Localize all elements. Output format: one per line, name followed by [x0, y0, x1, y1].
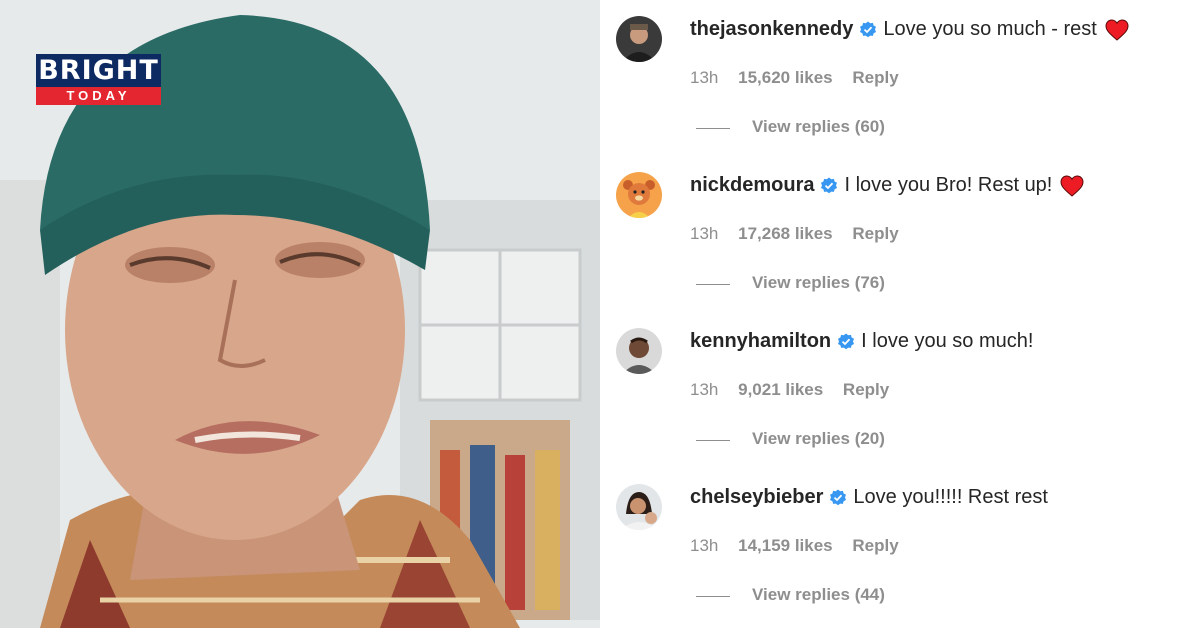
comment-likes[interactable]: 9,021 likes — [738, 380, 823, 399]
reply-button[interactable]: Reply — [852, 536, 898, 555]
avatar-person-icon[interactable] — [616, 16, 662, 62]
comment-text-line: kennyhamilton I love you so much! — [690, 330, 1033, 353]
red-heart-icon — [1060, 174, 1084, 197]
comment-meta: 13h 17,268 likes Reply — [690, 224, 914, 244]
comment-likes[interactable]: 15,620 likes — [738, 68, 833, 87]
comment-username[interactable]: thejasonkennedy — [690, 18, 853, 41]
comment-text-line: chelseybieber Love you!!!!! Rest rest — [690, 486, 1048, 509]
comment-item: kennyhamilton I love you so much! 13h 9,… — [600, 312, 1200, 468]
comment-meta: 13h 15,620 likes Reply — [690, 68, 914, 88]
reply-button[interactable]: Reply — [852, 68, 898, 87]
view-replies-button[interactable]: View replies (76) — [752, 273, 885, 293]
verified-badge-icon — [837, 333, 855, 351]
comment-time: 13h — [690, 536, 719, 555]
comment-text-line: nickdemoura I love you Bro! Rest up! — [690, 174, 1084, 197]
comment-meta: 13h 14,159 likes Reply — [690, 536, 914, 556]
comment-time: 13h — [690, 380, 719, 399]
verified-badge-icon — [829, 489, 847, 507]
view-replies-button[interactable]: View replies (44) — [752, 585, 885, 605]
replies-divider — [696, 596, 730, 597]
view-replies-button[interactable]: View replies (60) — [752, 117, 885, 137]
comments-list: thejasonkennedy Love you so much - rest … — [600, 0, 1200, 628]
avatar-person-icon[interactable] — [616, 328, 662, 374]
comment-likes[interactable]: 14,159 likes — [738, 536, 833, 555]
comment-text: I love you Bro! Rest up! — [844, 174, 1053, 196]
logo-today-text: TODAY — [36, 87, 161, 105]
comment-username[interactable]: chelseybieber — [690, 486, 823, 509]
comment-meta: 13h 9,021 likes Reply — [690, 380, 904, 400]
reply-button[interactable]: Reply — [852, 224, 898, 243]
avatar-bear-cartoon-icon[interactable] — [616, 172, 662, 218]
comment-likes[interactable]: 17,268 likes — [738, 224, 833, 243]
comment-item: nickdemoura I love you Bro! Rest up! 13h… — [600, 156, 1200, 312]
reply-button[interactable]: Reply — [843, 380, 889, 399]
verified-badge-icon — [820, 177, 838, 195]
comment-username[interactable]: nickdemoura — [690, 174, 814, 197]
comment-time: 13h — [690, 68, 719, 87]
comment-item: thejasonkennedy Love you so much - rest … — [600, 0, 1200, 156]
comment-time: 13h — [690, 224, 719, 243]
bright-today-logo: BRIGHT TODAY — [36, 54, 161, 105]
replies-divider — [696, 128, 730, 129]
comment-item: chelseybieber Love you!!!!! Rest rest 13… — [600, 468, 1200, 624]
view-replies-button[interactable]: View replies (20) — [752, 429, 885, 449]
red-heart-icon — [1105, 18, 1129, 41]
replies-divider — [696, 284, 730, 285]
comment-text: I love you so much! — [861, 330, 1034, 352]
comment-text: Love you!!!!! Rest rest — [853, 486, 1048, 508]
avatar-person-icon[interactable] — [616, 484, 662, 530]
comment-username[interactable]: kennyhamilton — [690, 330, 831, 353]
logo-bright-text: BRIGHT — [36, 54, 161, 87]
verified-badge-icon — [859, 21, 877, 39]
video-still-photo: BRIGHT TODAY — [0, 0, 600, 628]
comment-text: Love you so much - rest — [883, 18, 1097, 40]
comment-text-line: thejasonkennedy Love you so much - rest — [690, 18, 1129, 41]
replies-divider — [696, 440, 730, 441]
